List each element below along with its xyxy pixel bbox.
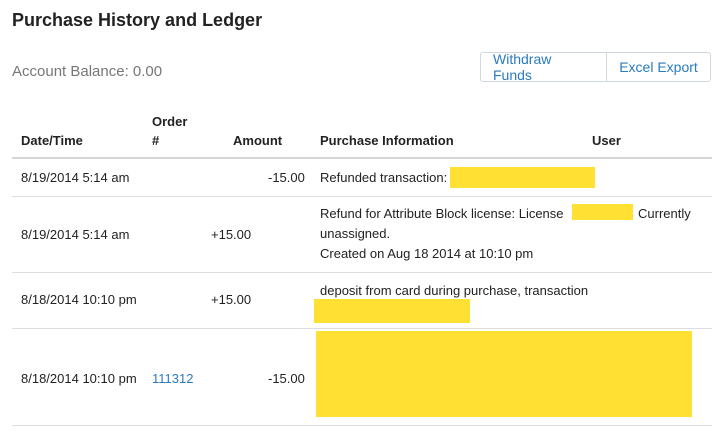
page-title: Purchase History and Ledger — [12, 10, 263, 30]
col-header-info[interactable]: Purchase Information — [320, 133, 454, 148]
row-date: 8/19/2014 5:14 am — [21, 227, 130, 242]
redacted-block — [572, 204, 633, 220]
row-info: Refunded transaction: — [320, 170, 448, 185]
row-date: 8/19/2014 5:14 am — [21, 170, 130, 185]
col-header-order-hash: # — [152, 133, 160, 148]
row-info-pre: Refund for Attribute Block license: Lice… — [320, 206, 564, 221]
redacted-block — [450, 167, 595, 188]
header-divider — [12, 157, 712, 159]
row-amount: +15.00 — [211, 292, 252, 307]
account-balance: Account Balance: 0.00 — [12, 63, 163, 80]
row-divider — [12, 425, 712, 426]
redacted-block — [314, 299, 470, 323]
excel-export-button[interactable]: Excel Export — [607, 52, 711, 82]
col-header-date[interactable]: Date/Time — [21, 133, 83, 148]
row-date: 8/18/2014 10:10 pm — [21, 292, 137, 307]
row-info: deposit from card during purchase, trans… — [320, 283, 589, 298]
redacted-block — [316, 331, 692, 417]
row-info-post: Currently — [638, 206, 691, 221]
action-button-group: Withdraw Funds Excel Export — [480, 51, 711, 83]
col-header-amount[interactable]: Amount — [233, 133, 282, 148]
row-divider — [12, 196, 712, 197]
row-info-line3: Created on Aug 18 2014 at 10:10 pm — [320, 246, 534, 261]
row-amount: +15.00 — [211, 227, 252, 242]
col-header-user[interactable]: User — [592, 133, 621, 148]
row-info-line2: unassigned. — [320, 226, 391, 241]
col-header-order[interactable]: Order — [152, 114, 187, 129]
row-divider — [12, 272, 712, 273]
row-date: 8/18/2014 10:10 pm — [21, 371, 137, 386]
row-amount: -15.00 — [268, 170, 305, 185]
row-divider — [12, 328, 712, 329]
withdraw-funds-button[interactable]: Withdraw Funds — [480, 51, 607, 83]
order-link[interactable]: 111312 — [152, 371, 193, 386]
row-amount: -15.00 — [268, 371, 305, 386]
